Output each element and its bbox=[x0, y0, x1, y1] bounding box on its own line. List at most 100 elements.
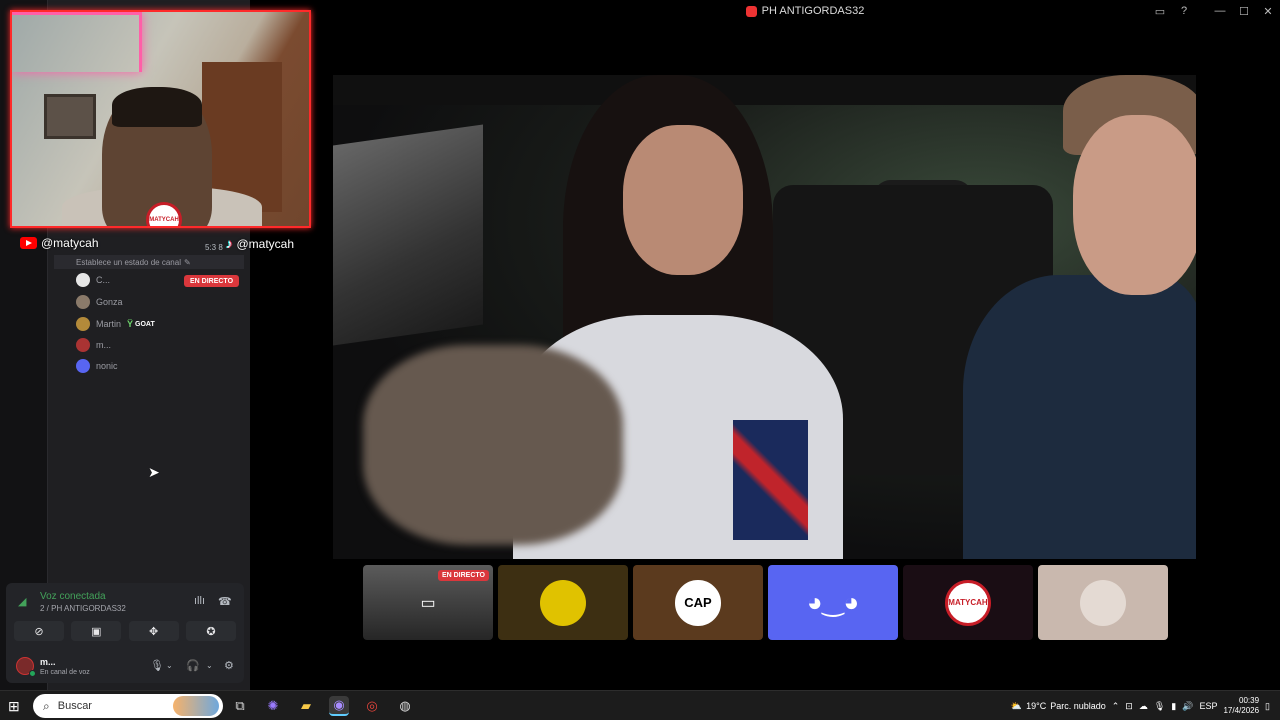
camera-off-button[interactable]: ⊘ bbox=[14, 621, 64, 641]
member-name: Martin bbox=[96, 319, 122, 329]
task-view-icon[interactable]: ⧉ bbox=[230, 696, 250, 716]
tile-participant-avatar[interactable] bbox=[498, 565, 628, 640]
live-badge: EN DIRECTO bbox=[184, 275, 239, 287]
goat-tag-text: GOAT bbox=[135, 320, 155, 328]
avatar bbox=[76, 359, 90, 373]
battery-icon[interactable]: ▮ bbox=[1171, 701, 1176, 712]
close-button[interactable]: ✕ bbox=[1256, 0, 1280, 22]
signal-icon[interactable]: ◢ bbox=[18, 595, 26, 608]
weather-temp: 19°C bbox=[1026, 701, 1047, 711]
search-icon: ⌕ bbox=[43, 698, 50, 713]
tile-cap[interactable]: CAP bbox=[633, 565, 763, 640]
pencil-icon: ✎ bbox=[183, 257, 191, 267]
screen-share-button[interactable]: ▣ bbox=[71, 621, 122, 641]
soundboard-icon[interactable]: ıllı bbox=[194, 595, 205, 607]
search-highlight-art bbox=[173, 696, 219, 716]
weather-desc: Parc. nublado bbox=[1050, 701, 1106, 711]
windows-start-icon[interactable]: ⊞ bbox=[8, 698, 20, 715]
voice-member-c[interactable]: C... bbox=[76, 271, 110, 289]
webcam-overlay: MATYCAH bbox=[10, 10, 311, 228]
taskbar-search[interactable]: ⌕ Buscar bbox=[33, 694, 223, 718]
minimize-button[interactable]: — bbox=[1208, 0, 1232, 22]
chevron-down-icon[interactable]: ⌄ bbox=[206, 661, 213, 670]
chevron-down-icon[interactable]: ⌄ bbox=[166, 661, 173, 670]
maximize-button[interactable]: ☐ bbox=[1232, 0, 1256, 22]
headphones-icon[interactable]: 🎧 bbox=[186, 659, 200, 672]
goat-tag: Ÿ GOAT bbox=[127, 319, 155, 329]
file-explorer-icon[interactable]: ▰ bbox=[296, 696, 316, 716]
weather-icon: ⛅ bbox=[1010, 700, 1023, 711]
obs-icon[interactable]: ◍ bbox=[395, 696, 415, 716]
member-name: Gonza bbox=[96, 297, 123, 307]
tiktok-handle: ♪ @matycah bbox=[226, 236, 294, 251]
member-name: nonic bbox=[96, 361, 118, 371]
voice-action-row: ⊘ ▣ ✥ ✪ bbox=[14, 621, 236, 641]
live-badge: EN DIRECTO bbox=[437, 570, 489, 581]
youtube-handle-text: @matycah bbox=[41, 236, 99, 250]
language-indicator[interactable]: ESP bbox=[1199, 701, 1217, 711]
onedrive-icon[interactable]: ☁ bbox=[1139, 701, 1148, 712]
chrome-icon[interactable]: ◎ bbox=[362, 696, 382, 716]
help-icon[interactable]: ? bbox=[1172, 0, 1196, 22]
tile-logo[interactable]: MATYCAH bbox=[903, 565, 1033, 640]
notifications-icon[interactable]: ▯ bbox=[1265, 701, 1270, 712]
discord-taskbar-icon[interactable]: ◉ bbox=[329, 696, 349, 716]
voice-member-martin[interactable]: Martin Ÿ GOAT bbox=[76, 315, 155, 333]
screen-share-icon: ▣ bbox=[91, 625, 102, 638]
gear-icon[interactable]: ⚙ bbox=[224, 659, 234, 672]
window-title: PH ANTIGORDAS32 bbox=[745, 5, 865, 17]
voice-member-gonza[interactable]: Gonza bbox=[76, 293, 123, 311]
voice-channel-name[interactable]: 2 / PH ANTIGORDAS32 bbox=[40, 604, 126, 613]
window-controls: ▭ ? — ☐ ✕ bbox=[1148, 0, 1280, 22]
system-tray: ⛅ 19°C Parc. nublado ⌃ ⊡ ☁ 🎙 ▮ 🔊 ESP 00:… bbox=[1011, 691, 1270, 720]
youtube-handle: @matycah bbox=[20, 236, 99, 250]
avatar bbox=[76, 338, 90, 352]
goat-icon: Ÿ bbox=[127, 319, 134, 329]
mouse-cursor-icon: ➤ bbox=[148, 464, 160, 480]
channel-status-hint[interactable]: Establece un estado de canal ✎ bbox=[54, 255, 244, 269]
tiktok-icon: ♪ bbox=[226, 236, 233, 251]
stream-video[interactable] bbox=[333, 75, 1196, 559]
taskbar: ⊞ ⌕ Buscar ⧉ ✺ ▰ ◉ ◎ ◍ ⛅ 19°C Parc. nubl… bbox=[0, 690, 1280, 720]
copilot-icon[interactable]: ✺ bbox=[263, 696, 283, 716]
member-name: C... bbox=[96, 275, 111, 285]
voice-member-nonic[interactable]: nonic bbox=[76, 357, 118, 375]
window-titlebar: PH ANTIGORDAS32 ▭ ? — ☐ ✕ bbox=[330, 0, 1280, 22]
time-text: 00:39 bbox=[1239, 696, 1260, 705]
avatar bbox=[1080, 579, 1126, 626]
avatar bbox=[76, 317, 90, 331]
activities-button[interactable]: ✥ bbox=[128, 621, 179, 641]
microphone-tray-icon[interactable]: 🎙 bbox=[1154, 701, 1165, 712]
cap-logo: CAP bbox=[672, 576, 724, 629]
logo-avatar: MATYCAH bbox=[945, 579, 991, 626]
search-placeholder: Buscar bbox=[57, 700, 92, 712]
voice-member-m[interactable]: m... bbox=[76, 336, 111, 354]
window-title-text: PH ANTIGORDAS32 bbox=[761, 5, 865, 17]
user-name[interactable]: m... bbox=[40, 657, 56, 667]
participant-tiles: ▭ EN DIRECTO CAP ◕‿◕ MATYCAH bbox=[363, 565, 1169, 640]
soundboard-button[interactable]: ✪ bbox=[185, 621, 236, 641]
voice-connected-status[interactable]: Voz conectada bbox=[40, 591, 106, 602]
monitor-icon: ▭ bbox=[420, 594, 436, 612]
taskbar-clock[interactable]: 00:39 17/4/2026 bbox=[1223, 696, 1259, 716]
camera-off-icon: ⊘ bbox=[34, 625, 44, 638]
avatar bbox=[76, 273, 90, 287]
activities-icon: ✥ bbox=[149, 625, 159, 638]
weather-widget[interactable]: ⛅ 19°C Parc. nublado bbox=[1011, 701, 1106, 712]
disconnect-icon[interactable]: ☎ bbox=[218, 595, 232, 608]
app-icon bbox=[745, 5, 757, 17]
screen-icon[interactable]: ▭ bbox=[1148, 0, 1172, 22]
chevron-up-icon[interactable]: ⌃ bbox=[1112, 701, 1120, 712]
microphone-icon[interactable]: 🎙 bbox=[150, 659, 164, 672]
tiktok-handle-text: @matycah bbox=[236, 236, 295, 251]
tile-screen-share[interactable]: ▭ EN DIRECTO bbox=[363, 565, 493, 640]
member-name: m... bbox=[96, 340, 111, 350]
avatar bbox=[76, 295, 90, 309]
avatar bbox=[540, 579, 586, 626]
volume-icon[interactable]: 🔊 bbox=[1182, 701, 1193, 712]
network-icon[interactable]: ⊡ bbox=[1125, 701, 1133, 712]
tile-discord[interactable]: ◕‿◕ bbox=[768, 565, 898, 640]
app-root: Establece un estado de canal ✎ C... EN D… bbox=[0, 0, 1280, 720]
soundboard-button-icon: ✪ bbox=[206, 625, 216, 638]
tile-photo[interactable] bbox=[1038, 565, 1168, 640]
